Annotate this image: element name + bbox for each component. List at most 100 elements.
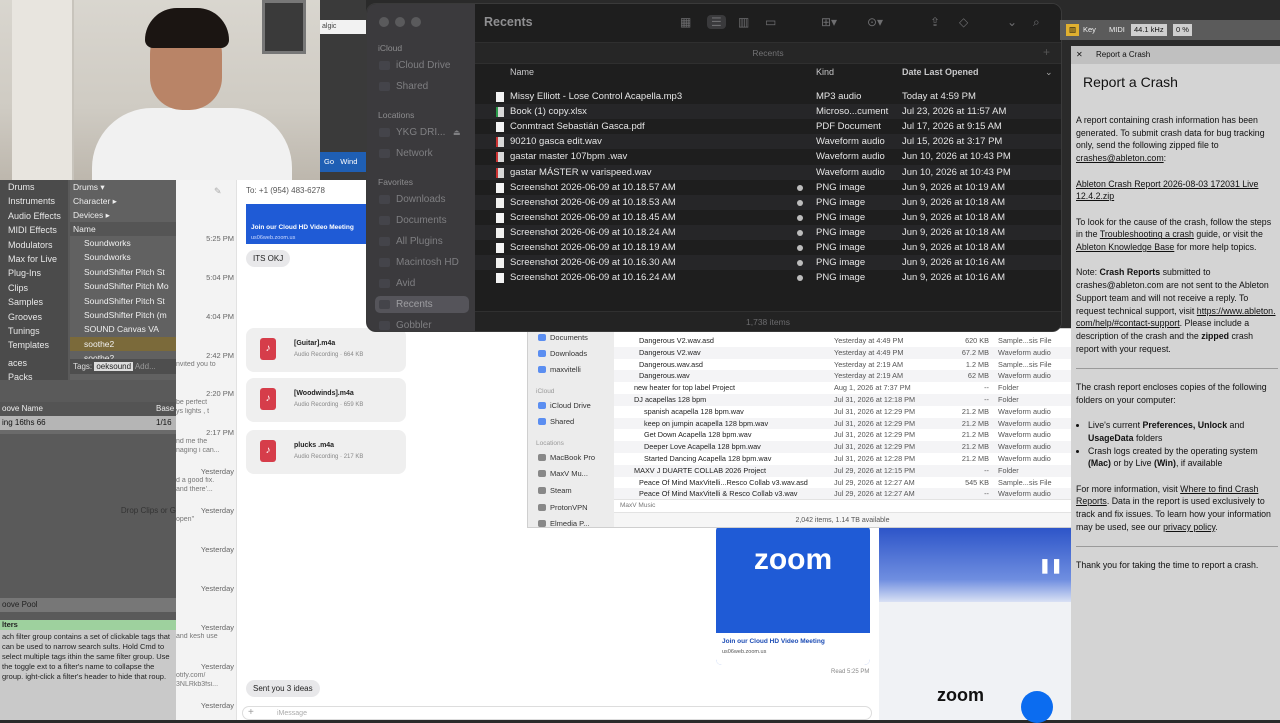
category-clips[interactable]: Clips xyxy=(0,281,68,295)
message-bubble[interactable]: Sent you 3 ideas xyxy=(246,680,320,697)
zoom-button[interactable] xyxy=(411,17,421,27)
browser-item[interactable]: Soundworks xyxy=(70,250,176,264)
sidebar-item-icloud-drive[interactable]: iCloud Drive xyxy=(375,57,469,74)
sidebar-item-recents[interactable]: Recents xyxy=(375,296,469,313)
name-column-header[interactable]: Name xyxy=(70,222,176,236)
sidebar-item-drive[interactable]: YKG DRI... ⏏ xyxy=(375,124,469,141)
category-samples[interactable]: Samples xyxy=(0,295,68,309)
conversation-time[interactable]: 5:04 PM xyxy=(178,273,234,282)
file-row[interactable]: Book (1) copy.xlsx Microso...cument Jul 23… xyxy=(475,104,1061,120)
add-tab-icon[interactable]: + xyxy=(1043,45,1050,59)
chevron-down-icon[interactable]: ⌄ xyxy=(1007,15,1017,29)
file-row[interactable]: DJ acapellas 128 bpm Jul 31, 2026 at 12:1… xyxy=(614,394,1071,406)
troubleshooting-link[interactable]: Troubleshooting a crash xyxy=(1100,229,1194,239)
category-tunings[interactable]: Tunings xyxy=(0,324,68,338)
file-row[interactable]: Dangerous V2.wav Yesterday at 4:49 PM 67.2… xyxy=(614,346,1071,359)
column-header-name[interactable]: Name xyxy=(510,67,534,77)
sidebar-item-downloads[interactable]: Downloads xyxy=(375,191,469,208)
close-button[interactable] xyxy=(379,17,389,27)
action-menu-icon[interactable]: ⊙▾ xyxy=(867,15,883,29)
list-view-icon[interactable]: ☰ xyxy=(707,15,726,29)
message-input[interactable]: iMessage xyxy=(242,706,872,720)
sidebar-item-drive[interactable]: MaxV Mu... xyxy=(534,466,612,481)
conversation-time[interactable]: Yesterday xyxy=(178,506,234,515)
file-row[interactable]: Dangerous.wav.asd Yesterday at 2:19 AM 1.2… xyxy=(614,359,1071,371)
tag-chip[interactable]: oeksound xyxy=(94,362,134,371)
filter-devices[interactable]: Devices ▸ xyxy=(70,208,176,222)
category-packs[interactable]: Packs xyxy=(0,370,68,384)
file-row[interactable]: Peace Of Mind MaxVitelli...Resco Collab … xyxy=(614,477,1071,489)
conversation-time[interactable]: Yesterday xyxy=(178,467,234,476)
file-row[interactable]: gastar master 107bpm .wav Waveform audio J… xyxy=(475,149,1061,164)
file-row[interactable]: Dangerous.wav Yesterday at 2:19 AM 62 MB Wa… xyxy=(614,370,1071,383)
go-menu[interactable]: Go xyxy=(324,157,334,166)
category-places[interactable]: aces xyxy=(0,356,68,370)
minimize-button[interactable] xyxy=(395,17,405,27)
sidebar-item-gobbler[interactable]: Gobbler xyxy=(375,317,469,331)
pause-icon[interactable]: ❚❚ xyxy=(1039,557,1062,574)
filter-character[interactable]: Character ▸ xyxy=(70,194,176,208)
category-max-for-live[interactable]: Max for Live xyxy=(0,252,68,266)
compose-icon[interactable]: ✎ xyxy=(214,186,222,197)
file-row[interactable]: Screenshot 2026-06-09 at 10.18.24 AM PNG … xyxy=(475,224,1061,240)
crash-tab[interactable]: ✕ Report a Crash xyxy=(1071,46,1280,64)
column-view-icon[interactable]: ▥ xyxy=(738,15,749,29)
category-plug-ins[interactable]: Plug-Ins xyxy=(0,266,68,280)
midi-map-label[interactable]: MIDI xyxy=(1106,24,1128,36)
sidebar-item-network[interactable]: Network xyxy=(375,145,469,162)
sort-chevron-icon[interactable]: ⌄ xyxy=(1045,67,1053,78)
sidebar-item-documents[interactable]: Documents xyxy=(534,330,612,345)
file-row[interactable]: spanish acapella 128 bpm.wav Jul 31, 2026… xyxy=(614,406,1071,418)
groove-name-header[interactable]: oove Name xyxy=(2,404,43,413)
tag-icon[interactable]: ◇ xyxy=(959,15,968,29)
sidebar-item-documents[interactable]: Documents xyxy=(375,212,469,229)
file-row[interactable]: new heater for top label Project Aug 1, 2… xyxy=(614,382,1071,394)
share-icon[interactable]: ⇪ xyxy=(930,15,940,29)
sidebar-item-downloads[interactable]: Downloads xyxy=(534,346,612,361)
browser-item[interactable]: SoundShifter Pitch (m xyxy=(70,308,176,322)
category-audio-effects[interactable]: Audio Effects xyxy=(0,209,68,223)
file-row[interactable]: Deeper Love Acapella 128 bpm.wav Jul 31, … xyxy=(614,441,1071,453)
file-row[interactable]: 90210 gasca edit.wav Waveform audio Jul 15… xyxy=(475,134,1061,150)
audio-attachment[interactable]: ♪ [Guitar].m4a Audio Recording · 664 KB xyxy=(246,328,406,372)
groove-row[interactable]: ing 16ths 66 1/16 xyxy=(0,416,176,430)
sidebar-item-steam[interactable]: Steam xyxy=(534,483,612,498)
tag-add[interactable]: Add... xyxy=(135,362,156,371)
file-row[interactable]: Screenshot 2026-06-09 at 10.18.19 AM PNG … xyxy=(475,240,1061,255)
category-grooves[interactable]: Grooves xyxy=(0,310,68,324)
conversation-time[interactable]: 2:20 PM xyxy=(178,389,234,398)
icon-view-icon[interactable]: ▦ xyxy=(680,15,691,29)
group-by-icon[interactable]: ⊞▾ xyxy=(821,15,837,29)
conversation-time[interactable]: 4:04 PM xyxy=(178,312,234,321)
conversation-time[interactable]: Yesterday xyxy=(178,701,234,710)
message-bubble[interactable]: ITS OKJ xyxy=(246,250,291,267)
file-row[interactable]: Screenshot 2026-06-09 at 10.18.57 AM PNG … xyxy=(475,180,1061,195)
sidebar-item-elmedia[interactable]: Elmedia P... xyxy=(534,516,612,527)
chat-button[interactable] xyxy=(1021,691,1053,723)
tab-recents[interactable]: Recents xyxy=(475,42,1061,64)
recipient-field[interactable]: To: +1 (954) 483-6278 xyxy=(246,186,325,195)
conversation-time[interactable]: Yesterday xyxy=(178,623,234,632)
file-row[interactable]: Dangerous V2.wav.asd Yesterday at 4:49 PM… xyxy=(614,335,1071,347)
eject-icon[interactable]: ⏏ xyxy=(453,124,461,141)
category-templates[interactable]: Templates xyxy=(0,338,68,352)
category-modulators[interactable]: Modulators xyxy=(0,238,68,252)
browser-item[interactable]: SoundShifter Pitch Mo xyxy=(70,279,176,293)
file-row[interactable]: Screenshot 2026-06-09 at 10.16.24 AM PNG … xyxy=(475,270,1061,285)
file-row[interactable]: Missy Elliott - Lose Control Acapella.mp… xyxy=(475,89,1061,104)
search-icon[interactable]: ⌕ xyxy=(1033,15,1040,30)
file-row[interactable]: Conmtract Sebastián Gasca.pdf PDF Documen… xyxy=(475,119,1061,134)
sidebar-item-macintosh-hd[interactable]: Macintosh HD xyxy=(375,254,469,271)
groove-base-header[interactable]: Base xyxy=(156,402,174,416)
conversation-time[interactable]: 2:17 PM xyxy=(178,428,234,437)
sidebar-item-home[interactable]: maxvitelli xyxy=(534,362,612,377)
key-map-button[interactable]: ▥ xyxy=(1066,24,1080,36)
file-row[interactable]: gastar MÁSTER w varispeed.wav Waveform au… xyxy=(475,164,1061,180)
file-row[interactable]: Screenshot 2026-06-09 at 10.18.45 AM PNG … xyxy=(475,210,1061,225)
zoom-link-preview[interactable]: Join our Cloud HD Video Meeting us06web.… xyxy=(246,204,366,244)
close-icon[interactable]: ✕ xyxy=(1076,46,1083,64)
zoom-link-preview-large[interactable]: zoom Join our Cloud HD Video Meeting us0… xyxy=(716,525,870,665)
privacy-policy-link[interactable]: privacy policy xyxy=(1163,522,1215,532)
category-instruments[interactable]: Instruments xyxy=(0,194,68,208)
conversation-time[interactable]: Yesterday xyxy=(178,584,234,593)
